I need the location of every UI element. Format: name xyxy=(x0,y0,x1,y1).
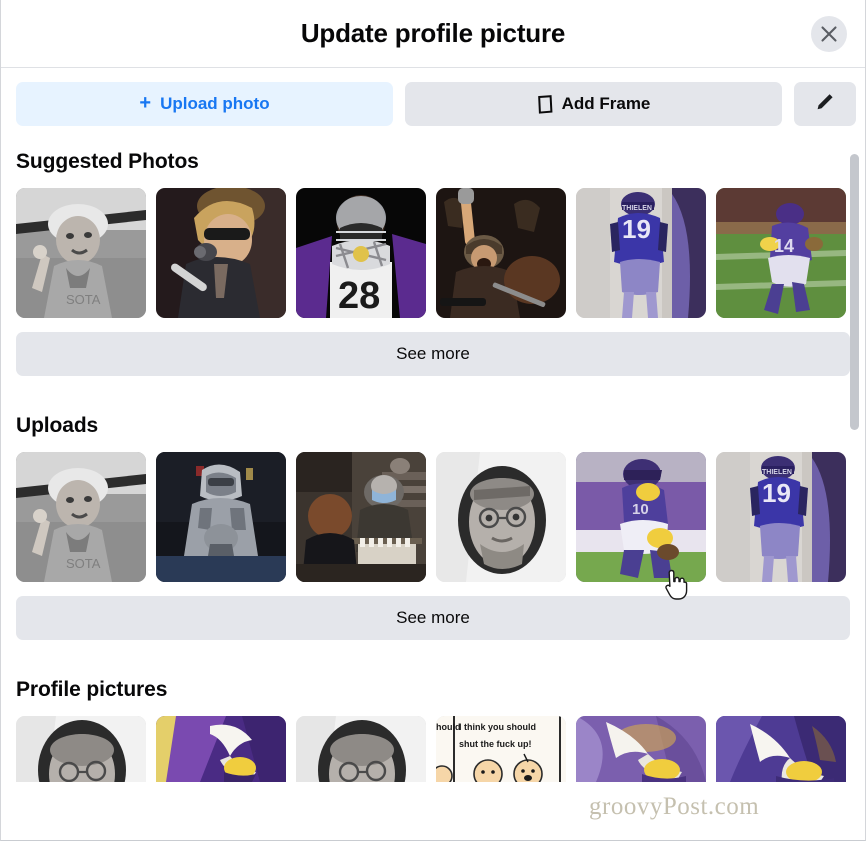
photo-tile[interactable]: 28 xyxy=(296,188,426,318)
photo-row-uploads: SOTA 10 THIELEN 19 xyxy=(16,452,850,582)
photo-tile[interactable] xyxy=(436,188,566,318)
close-button[interactable] xyxy=(811,15,847,52)
photo-tile[interactable] xyxy=(156,716,286,782)
svg-text:SOTA: SOTA xyxy=(66,292,101,307)
section-uploads: Uploads SOTA 10 THIELEN 19 See more xyxy=(16,414,850,640)
upload-photo-button[interactable]: + Upload photo xyxy=(16,82,393,126)
photo-tile[interactable] xyxy=(436,452,566,582)
vertical-scrollbar-track[interactable] xyxy=(847,72,861,838)
photo-tile[interactable]: 14 xyxy=(716,188,846,318)
svg-text:hould: hould xyxy=(436,722,461,732)
update-profile-picture-dialog: Update profile picture + Upload photo Ad… xyxy=(0,0,866,841)
photo-tile[interactable] xyxy=(156,452,286,582)
add-frame-button[interactable]: Add Frame xyxy=(405,82,782,126)
photo-tile[interactable]: 10 xyxy=(576,452,706,582)
section-title-uploads: Uploads xyxy=(16,414,99,437)
section-profile-pictures: Profile pictures hould I think you shoul… xyxy=(16,678,850,782)
page-title: Update profile picture xyxy=(300,18,566,48)
photo-tile[interactable] xyxy=(716,716,846,782)
section-suggested-photos: Suggested Photos SOTA 28 THIELEN 19 14 S… xyxy=(16,150,850,376)
photo-tile[interactable]: hould I think you should shut the fuck u… xyxy=(436,716,566,782)
see-more-button-uploads[interactable]: See more xyxy=(16,596,850,640)
plus-icon: + xyxy=(139,92,152,114)
photo-tile[interactable] xyxy=(16,716,146,782)
upload-photo-label: Upload photo xyxy=(160,94,270,113)
section-title-profile-pictures: Profile pictures xyxy=(16,678,168,701)
svg-text:THIELEN: THIELEN xyxy=(762,469,792,476)
section-title-suggested: Suggested Photos xyxy=(16,150,199,173)
svg-text:19: 19 xyxy=(762,478,791,508)
svg-text:shut the fuck up!: shut the fuck up! xyxy=(459,739,532,749)
photo-tile[interactable] xyxy=(156,188,286,318)
dialog-header: Update profile picture xyxy=(1,0,865,68)
photo-row-suggested: SOTA 28 THIELEN 19 14 xyxy=(16,188,850,318)
add-frame-label: Add Frame xyxy=(561,94,651,113)
photo-tile[interactable] xyxy=(576,716,706,782)
svg-text:10: 10 xyxy=(632,501,649,518)
dialog-scroll-body: Suggested Photos SOTA 28 THIELEN 19 14 S… xyxy=(1,138,865,840)
photo-tile[interactable]: THIELEN 19 xyxy=(716,452,846,582)
svg-text:14: 14 xyxy=(774,236,794,256)
svg-text:SOTA: SOTA xyxy=(66,556,101,571)
svg-text:THIELEN: THIELEN xyxy=(622,205,652,212)
photo-tile[interactable]: SOTA xyxy=(16,188,146,318)
pencil-icon xyxy=(815,92,835,117)
photo-tile[interactable] xyxy=(296,716,426,782)
svg-text:19: 19 xyxy=(622,214,651,244)
svg-text:I think you should: I think you should xyxy=(459,722,536,732)
close-icon xyxy=(820,25,838,43)
see-more-button-suggested[interactable]: See more xyxy=(16,332,850,376)
photo-tile[interactable] xyxy=(296,452,426,582)
photo-row-profile-pictures: hould I think you should shut the fuck u… xyxy=(16,716,850,782)
action-bar: + Upload photo Add Frame xyxy=(1,68,865,138)
svg-text:28: 28 xyxy=(338,275,380,317)
vertical-scrollbar-thumb[interactable] xyxy=(850,154,859,430)
photo-tile[interactable]: SOTA xyxy=(16,452,146,582)
frame-icon xyxy=(537,94,553,114)
photo-tile[interactable]: THIELEN 19 xyxy=(576,188,706,318)
